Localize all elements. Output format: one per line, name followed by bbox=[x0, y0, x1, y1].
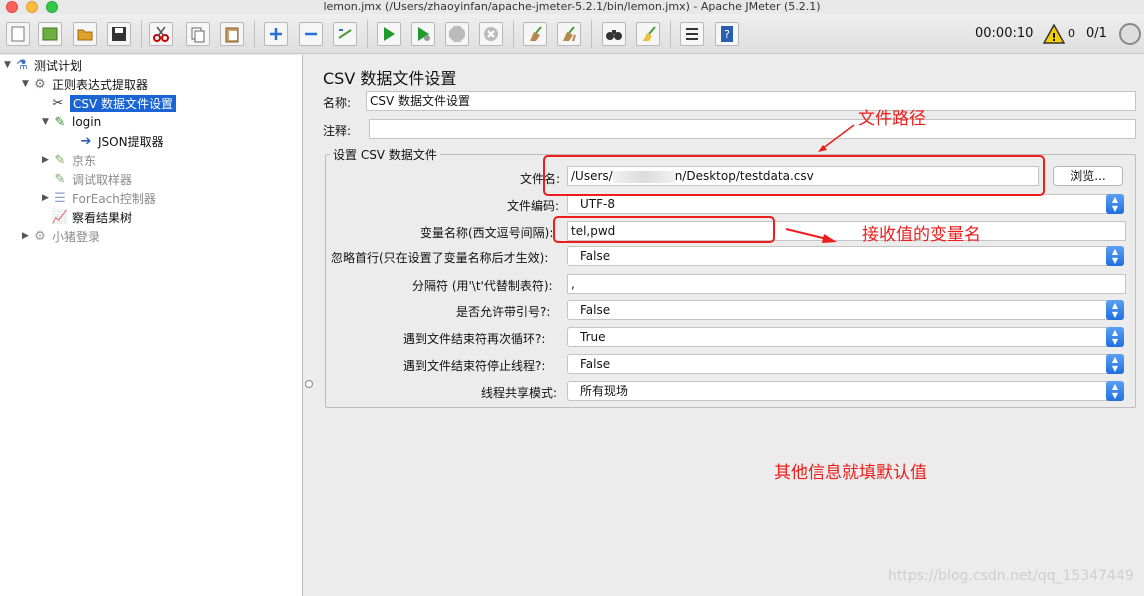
browse-button[interactable]: 浏览... bbox=[1053, 166, 1123, 186]
filename-highlight-box bbox=[543, 155, 1045, 196]
toggle-icon[interactable] bbox=[333, 22, 357, 46]
variable-names-label: 变量名称(西文逗号间隔): bbox=[420, 226, 554, 240]
watermark: https://blog.csdn.net/qq_15347449 bbox=[888, 568, 1134, 584]
tree-item-test-plan[interactable]: ▼ ⚗ 测试计划 bbox=[4, 56, 82, 74]
ignore-first-line-select[interactable]: False ▲ ▼ bbox=[567, 246, 1124, 266]
sampler-icon: ✎ bbox=[54, 114, 66, 130]
search-icon[interactable] bbox=[602, 22, 626, 46]
updown-arrow-icon[interactable]: ▲ ▼ bbox=[1106, 194, 1124, 214]
sharing-mode-select[interactable]: 所有现场 ▲ ▼ bbox=[567, 381, 1124, 401]
minimize-window-button[interactable] bbox=[26, 1, 38, 13]
new-icon[interactable] bbox=[6, 22, 30, 46]
test-plan-tree: ▼ ⚗ 测试计划 ▼ ⚙ 正则表达式提取器 ✂ CSV 数据文件设置 ▼ ✎ l… bbox=[0, 55, 303, 596]
function-helper-icon[interactable] bbox=[680, 22, 704, 46]
tree-item-csv-data-set[interactable]: ✂ CSV 数据文件设置 bbox=[50, 94, 177, 112]
updown-arrow-icon[interactable]: ▲ ▼ bbox=[1106, 354, 1124, 374]
close-window-button[interactable] bbox=[6, 1, 18, 13]
thread-group-icon: ⚙ bbox=[34, 228, 46, 244]
thread-group-icon: ⚙ bbox=[34, 76, 46, 92]
config-wrench-icon: ✂ bbox=[52, 95, 64, 111]
test-plan-icon: ⚗ bbox=[16, 57, 28, 73]
csv-config-panel: CSV 数据文件设置 名称: CSV 数据文件设置 注释: 设置 CSV 数据文… bbox=[310, 55, 1144, 596]
expand-arrow-icon[interactable]: ▶ bbox=[22, 231, 32, 241]
comment-field[interactable] bbox=[369, 119, 1136, 139]
stop-icon[interactable] bbox=[445, 22, 469, 46]
annotation-file-path: 文件路径 bbox=[858, 109, 926, 129]
delimiter-label: 分隔符 (用'\t'代替制表符): bbox=[412, 279, 553, 293]
active-thread-count: 0/1 bbox=[1086, 26, 1107, 41]
listener-icon: 📈 bbox=[51, 209, 69, 225]
svg-text:?: ? bbox=[724, 28, 730, 41]
sampler-icon: ✎ bbox=[54, 152, 66, 168]
extractor-icon: ➔ bbox=[80, 133, 92, 149]
toolbar: ? 00:00:10 ! 0 0/1 bbox=[0, 14, 1144, 54]
recycle-on-eof-select[interactable]: True ▲ ▼ bbox=[567, 327, 1124, 347]
collapse-icon[interactable] bbox=[299, 22, 323, 46]
stop-thread-on-eof-select[interactable]: False ▲ ▼ bbox=[567, 354, 1124, 374]
window-title: lemon.jmx (/Users/zhaoyinfan/apache-jmet… bbox=[323, 0, 821, 13]
title-bar: lemon.jmx (/Users/zhaoyinfan/apache-jmet… bbox=[0, 0, 1144, 14]
variable-names-highlight-box bbox=[553, 216, 775, 243]
start-no-pause-icon[interactable] bbox=[411, 22, 435, 46]
tree-item-piggy-login[interactable]: ▶ ⚙ 小猪登录 bbox=[22, 227, 100, 245]
save-icon[interactable] bbox=[107, 22, 131, 46]
templates-icon[interactable] bbox=[38, 22, 62, 46]
clear-icon[interactable] bbox=[523, 22, 547, 46]
tree-item-foreach-controller[interactable]: ▶ ☰ ForEach控制器 bbox=[42, 189, 156, 207]
encoding-select[interactable]: UTF-8 ▲ ▼ bbox=[567, 194, 1124, 214]
annotation-arrow-icon bbox=[818, 124, 855, 152]
sharing-mode-label: 线程共享模式: bbox=[481, 386, 558, 400]
help-icon[interactable]: ? bbox=[715, 22, 739, 46]
encoding-label: 文件编码: bbox=[507, 199, 560, 213]
updown-arrow-icon[interactable]: ▲ ▼ bbox=[1106, 300, 1124, 320]
run-status-icon bbox=[1119, 23, 1141, 45]
name-field[interactable]: CSV 数据文件设置 bbox=[366, 91, 1136, 111]
annotation-arrow-icon bbox=[785, 228, 837, 243]
expand-arrow-icon[interactable]: ▶ bbox=[42, 155, 52, 165]
copy-icon[interactable] bbox=[186, 22, 210, 46]
cut-icon[interactable] bbox=[149, 22, 173, 46]
collapse-arrow-icon[interactable]: ▼ bbox=[22, 79, 32, 89]
tree-item-debug-sampler[interactable]: ✎ 调试取样器 bbox=[52, 170, 132, 188]
tree-item-jd[interactable]: ▶ ✎ 京东 bbox=[42, 151, 96, 169]
tree-item-login[interactable]: ▼ ✎ login bbox=[42, 113, 101, 131]
collapse-arrow-icon[interactable]: ▼ bbox=[42, 117, 52, 127]
warning-count: 0 bbox=[1068, 27, 1075, 40]
collapse-arrow-icon[interactable]: ▼ bbox=[4, 60, 14, 70]
sampler-icon: ✎ bbox=[54, 171, 66, 187]
open-icon[interactable] bbox=[73, 22, 97, 46]
warning-icon[interactable]: ! bbox=[1043, 24, 1065, 44]
allow-quoted-label: 是否允许带引号?: bbox=[456, 305, 551, 319]
reset-search-icon[interactable] bbox=[636, 22, 660, 46]
updown-arrow-icon[interactable]: ▲ ▼ bbox=[1106, 381, 1124, 401]
clear-all-icon[interactable] bbox=[557, 22, 581, 46]
delimiter-field[interactable]: , bbox=[567, 274, 1126, 294]
tree-item-json-extractor[interactable]: ➔ JSON提取器 bbox=[78, 132, 164, 150]
svg-text:!: ! bbox=[1051, 31, 1056, 44]
shutdown-icon[interactable] bbox=[479, 22, 503, 46]
group-title: 设置 CSV 数据文件 bbox=[330, 146, 440, 163]
name-label: 名称: bbox=[323, 96, 352, 110]
updown-arrow-icon[interactable]: ▲ ▼ bbox=[1106, 327, 1124, 347]
maximize-window-button[interactable] bbox=[46, 1, 58, 13]
elapsed-timer: 00:00:10 bbox=[975, 26, 1034, 41]
expand-arrow-icon[interactable]: ▶ bbox=[42, 193, 52, 203]
annotation-defaults: 其他信息就填默认值 bbox=[774, 463, 927, 483]
comment-label: 注释: bbox=[323, 124, 352, 138]
updown-arrow-icon[interactable]: ▲ ▼ bbox=[1106, 246, 1124, 266]
expand-icon[interactable] bbox=[264, 22, 288, 46]
annotation-variable-name: 接收值的变量名 bbox=[862, 225, 981, 245]
stop-thread-on-eof-label: 遇到文件结束符停止线程?: bbox=[403, 359, 546, 373]
panel-title: CSV 数据文件设置 bbox=[323, 69, 457, 88]
ignore-first-line-label: 忽略首行(只在设置了变量名称后才生效): bbox=[331, 251, 549, 265]
start-icon[interactable] bbox=[377, 22, 401, 46]
controller-icon: ☰ bbox=[54, 190, 66, 206]
paste-icon[interactable] bbox=[220, 22, 244, 46]
tree-item-regex-extractor[interactable]: ▼ ⚙ 正则表达式提取器 bbox=[22, 75, 148, 93]
recycle-on-eof-label: 遇到文件结束符再次循环?: bbox=[403, 332, 546, 346]
allow-quoted-select[interactable]: False ▲ ▼ bbox=[567, 300, 1124, 320]
tree-item-view-results-tree[interactable]: 📈 察看结果树 bbox=[52, 208, 132, 226]
